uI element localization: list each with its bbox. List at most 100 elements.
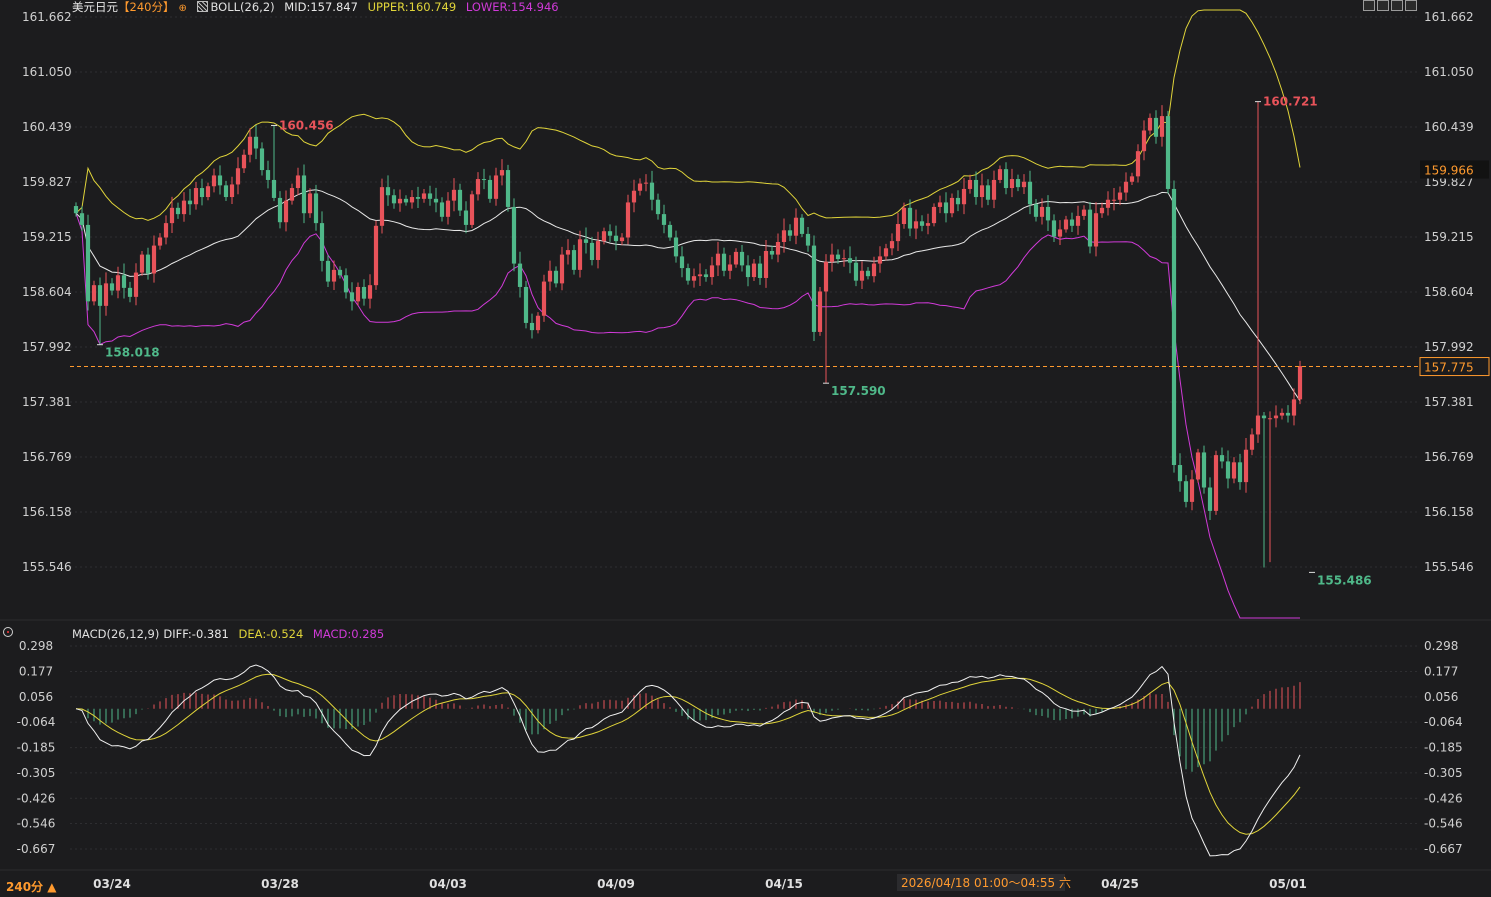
candle [895, 213, 901, 251]
boll-icon[interactable] [196, 1, 208, 12]
price-tick-left: 156.158 [22, 505, 72, 519]
candle-body [1069, 219, 1075, 226]
candle [439, 197, 445, 222]
candle [103, 272, 109, 316]
candle-body [253, 136, 259, 149]
zoom-in-icon[interactable] [1363, 0, 1375, 11]
candle [967, 174, 973, 194]
candle-body [373, 225, 379, 286]
boll-label: BOLL(26,2) [210, 0, 275, 14]
candle-body [397, 198, 403, 204]
candle [589, 236, 595, 266]
layout-icon[interactable] [1405, 0, 1417, 11]
period-tag[interactable]: 【240分】 [118, 0, 174, 14]
period-selector[interactable]: 240分 ▲ [6, 878, 56, 895]
candle-body [481, 179, 487, 181]
candle-body [961, 188, 967, 205]
window-icon[interactable] [1391, 0, 1403, 11]
candle [373, 220, 379, 290]
candle-body [1147, 117, 1153, 131]
candle-body [277, 197, 283, 223]
macd-lines [75, 664, 1301, 857]
candle [1021, 174, 1027, 195]
candle-body [547, 270, 553, 282]
candle-body [661, 214, 667, 225]
indicator-marker-icon[interactable] [3, 627, 13, 637]
candle [133, 263, 139, 306]
candle [301, 164, 307, 224]
candle-body [853, 262, 859, 281]
candle [565, 239, 571, 265]
candle [1225, 450, 1231, 489]
candle [535, 312, 541, 334]
candle-body [367, 285, 373, 299]
candle-body [1267, 418, 1273, 420]
candle [319, 211, 325, 272]
candle [553, 266, 559, 288]
candle-body [355, 286, 361, 302]
candle-body [505, 170, 511, 207]
candle [139, 250, 145, 276]
candle-body [895, 224, 901, 242]
candle [667, 221, 673, 241]
candle-body [133, 272, 139, 297]
candle [757, 255, 763, 285]
candle-body [817, 291, 823, 332]
candle [661, 204, 667, 234]
settings-icon[interactable]: ⊕ [178, 3, 186, 14]
current-price-label: 157.775 [1424, 361, 1474, 375]
candle [277, 191, 283, 229]
candle-body [949, 197, 955, 214]
candle [199, 178, 205, 206]
candle [961, 177, 967, 215]
candle-body [73, 206, 79, 214]
candle-body [823, 261, 829, 292]
candle-body [1291, 399, 1297, 416]
candle [1129, 172, 1135, 185]
candle [1075, 205, 1081, 235]
candle-body [103, 283, 109, 306]
candle-body [775, 242, 781, 255]
price-tick-left: 157.992 [22, 340, 72, 354]
candle [619, 233, 625, 246]
candle [1177, 453, 1183, 492]
time-tooltip: 2026/04/18 01:00～04:55 六 [901, 876, 1071, 890]
candle-body [493, 175, 499, 199]
candle [739, 245, 745, 272]
candle-body [883, 248, 889, 257]
candle [259, 142, 265, 176]
candle [1195, 448, 1201, 483]
candle-body [445, 200, 451, 217]
candle-body [529, 322, 535, 331]
candle [187, 188, 193, 215]
candle [379, 178, 385, 234]
price-tick-right: 160.439 [1424, 120, 1474, 134]
price-tick-left: 159.827 [22, 175, 72, 189]
candle-body [1117, 192, 1123, 200]
candle [265, 160, 271, 189]
candle [433, 187, 439, 213]
macd-histogram [81, 682, 1301, 772]
candle [829, 243, 835, 272]
zoom-out-icon[interactable] [1377, 0, 1389, 11]
price-tick-right: 158.604 [1424, 285, 1474, 299]
price-tick-right: 159.215 [1424, 230, 1474, 244]
candle-body [1129, 176, 1135, 182]
boll-mid-line [75, 189, 1301, 402]
candle-body [1051, 220, 1057, 237]
candle-body [475, 179, 481, 195]
candle-body [427, 193, 433, 199]
candle [649, 170, 655, 211]
candle [919, 215, 925, 232]
candle [997, 165, 1003, 184]
price-tick-right: 157.381 [1424, 395, 1474, 409]
candle [571, 244, 577, 275]
candle-body [613, 235, 619, 242]
candle-body [943, 202, 949, 214]
candle-body [1285, 412, 1291, 416]
candle [547, 260, 553, 291]
candle-body [697, 274, 703, 277]
candle [463, 201, 469, 234]
candle [91, 280, 97, 306]
candle [1117, 186, 1123, 206]
